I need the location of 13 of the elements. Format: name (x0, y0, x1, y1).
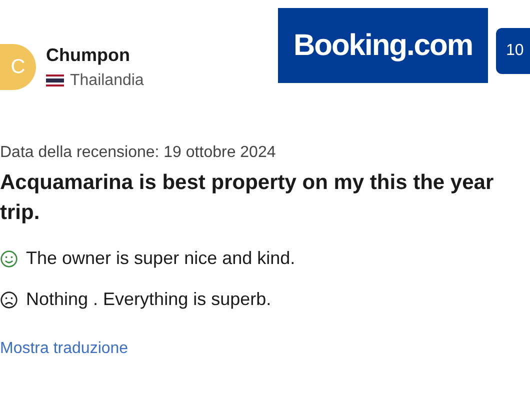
avatar: C (0, 44, 36, 90)
review-date: Data della recensione: 19 ottobre 2024 (0, 144, 277, 162)
review-title: Acquamarina is best property on my this the year trip. (0, 170, 495, 226)
comment-text: The owner is super nice and kind. (26, 248, 296, 269)
smiley-icon (0, 250, 18, 268)
sad-face-icon (0, 290, 18, 308)
flag-icon (46, 74, 64, 87)
reviewer-name: Chumpon (46, 44, 131, 66)
score-badge: 10 (496, 28, 530, 74)
logo: Booking.com (278, 8, 488, 83)
reviewer-country: Thailandia (70, 72, 144, 90)
show-translation-link[interactable]: Mostra traduzione (0, 340, 128, 358)
comment-text: Nothing . Everything is superb. (26, 289, 272, 310)
